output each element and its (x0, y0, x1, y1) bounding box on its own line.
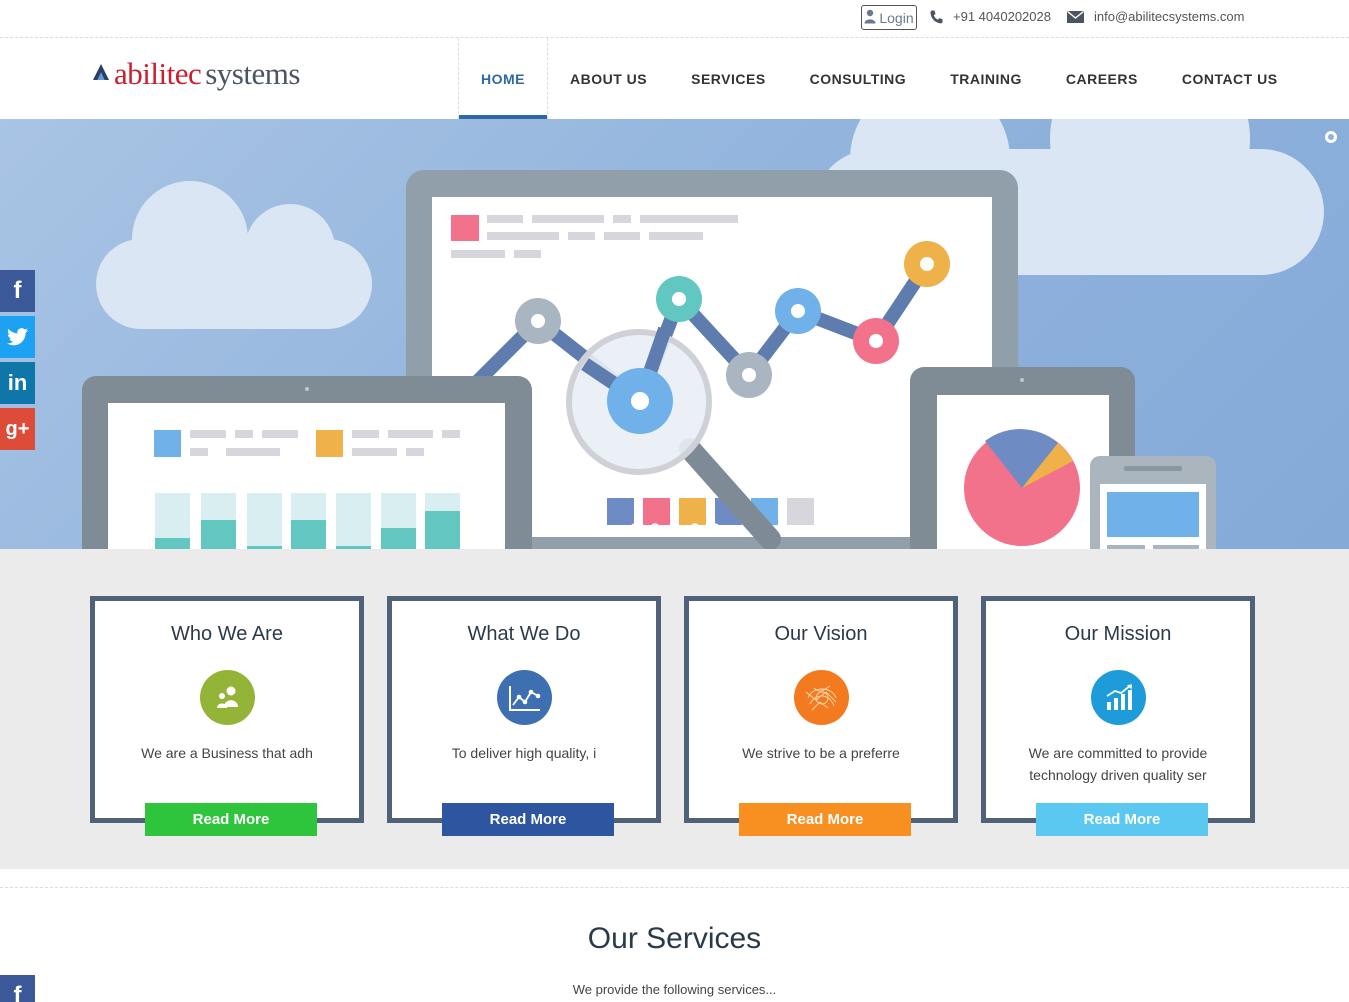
social-bar-bottom: f (0, 975, 35, 1002)
read-more-button[interactable]: Read More (739, 803, 911, 836)
email-contact[interactable]: info@abilitecsystems.com (1067, 9, 1244, 24)
phone-icon (930, 10, 943, 24)
social-bar-top: f in g+ (0, 270, 35, 450)
services-title: Our Services (587, 922, 762, 955)
envelope-icon (1067, 10, 1084, 23)
bar-chart-icon (1091, 670, 1146, 725)
nav-consulting[interactable]: CONSULTING (788, 38, 929, 119)
user-icon (864, 9, 876, 27)
logo[interactable]: abilitec systems (92, 56, 300, 92)
email-address: info@abilitecsystems.com (1094, 9, 1245, 24)
phone-number: +91 4040202028 (953, 9, 1051, 24)
card-text: We strive to be a preferre (742, 745, 900, 761)
card-our-vision: Our Vision We strive to be a preferre Re… (684, 596, 958, 836)
nav-training[interactable]: TRAINING (928, 38, 1044, 119)
card-title: What We Do (467, 623, 581, 645)
linkedin-icon[interactable]: in (0, 362, 35, 404)
cloud-left (96, 181, 372, 329)
top-bar: Login +91 4040202028 info@abilitecsystem… (0, 0, 1349, 38)
google-plus-icon[interactable]: g+ (0, 408, 35, 450)
nav-home[interactable]: HOME (458, 38, 548, 119)
twitter-icon[interactable] (0, 316, 35, 358)
card-title: Our Vision (774, 623, 868, 645)
phone-contact[interactable]: +91 4040202028 (930, 9, 1051, 24)
people-icon (200, 670, 255, 725)
card-our-mission: Our Mission We are committed to provide … (981, 596, 1255, 836)
main-nav: HOME ABOUT US SERVICES CONSULTING TRAINI… (458, 38, 1300, 119)
read-more-button[interactable]: Read More (442, 803, 614, 836)
read-more-button[interactable]: Read More (145, 803, 317, 836)
facebook-icon[interactable]: f (0, 975, 35, 1002)
login-label: Login (879, 9, 914, 26)
login-button[interactable]: Login (861, 5, 917, 30)
hero-illustration (82, 119, 1337, 549)
nav-contact-us[interactable]: CONTACT US (1160, 38, 1300, 119)
card-text: We are a Business that adh (141, 745, 313, 761)
logo-word-abilitec: abilitec (114, 56, 202, 91)
services-subtitle: We provide the following services... (572, 982, 777, 997)
line-chart-icon (497, 670, 552, 725)
vision-icon (794, 670, 849, 725)
card-what-we-do: What We Do To deliver high quality, i Re… (387, 596, 661, 836)
nav-careers[interactable]: CAREERS (1044, 38, 1160, 119)
page: Login +91 4040202028 info@abilitecsystem… (0, 0, 1349, 1002)
nav-about-us[interactable]: ABOUT US (548, 38, 669, 119)
read-more-button[interactable]: Read More (1036, 803, 1208, 836)
card-who-we-are: Who We Are We are a Business that adh Re… (90, 596, 364, 836)
nav-services[interactable]: SERVICES (669, 38, 788, 119)
card-title: Our Mission (1064, 623, 1172, 645)
card-text: To deliver high quality, i (451, 745, 597, 761)
card-title: Who We Are (171, 623, 283, 645)
card-text: We are committed to provide technology d… (1028, 745, 1208, 783)
hero-slider (0, 119, 1349, 549)
info-cards-section: Who We Are We are a Business that adh Re… (0, 549, 1349, 869)
logo-word-systems: systems (205, 56, 300, 91)
header: abilitec systems HOME ABOUT US SERVICES … (0, 38, 1349, 119)
facebook-icon[interactable]: f (0, 270, 35, 312)
section-divider (0, 887, 1349, 888)
logo-mark-icon (92, 63, 110, 86)
